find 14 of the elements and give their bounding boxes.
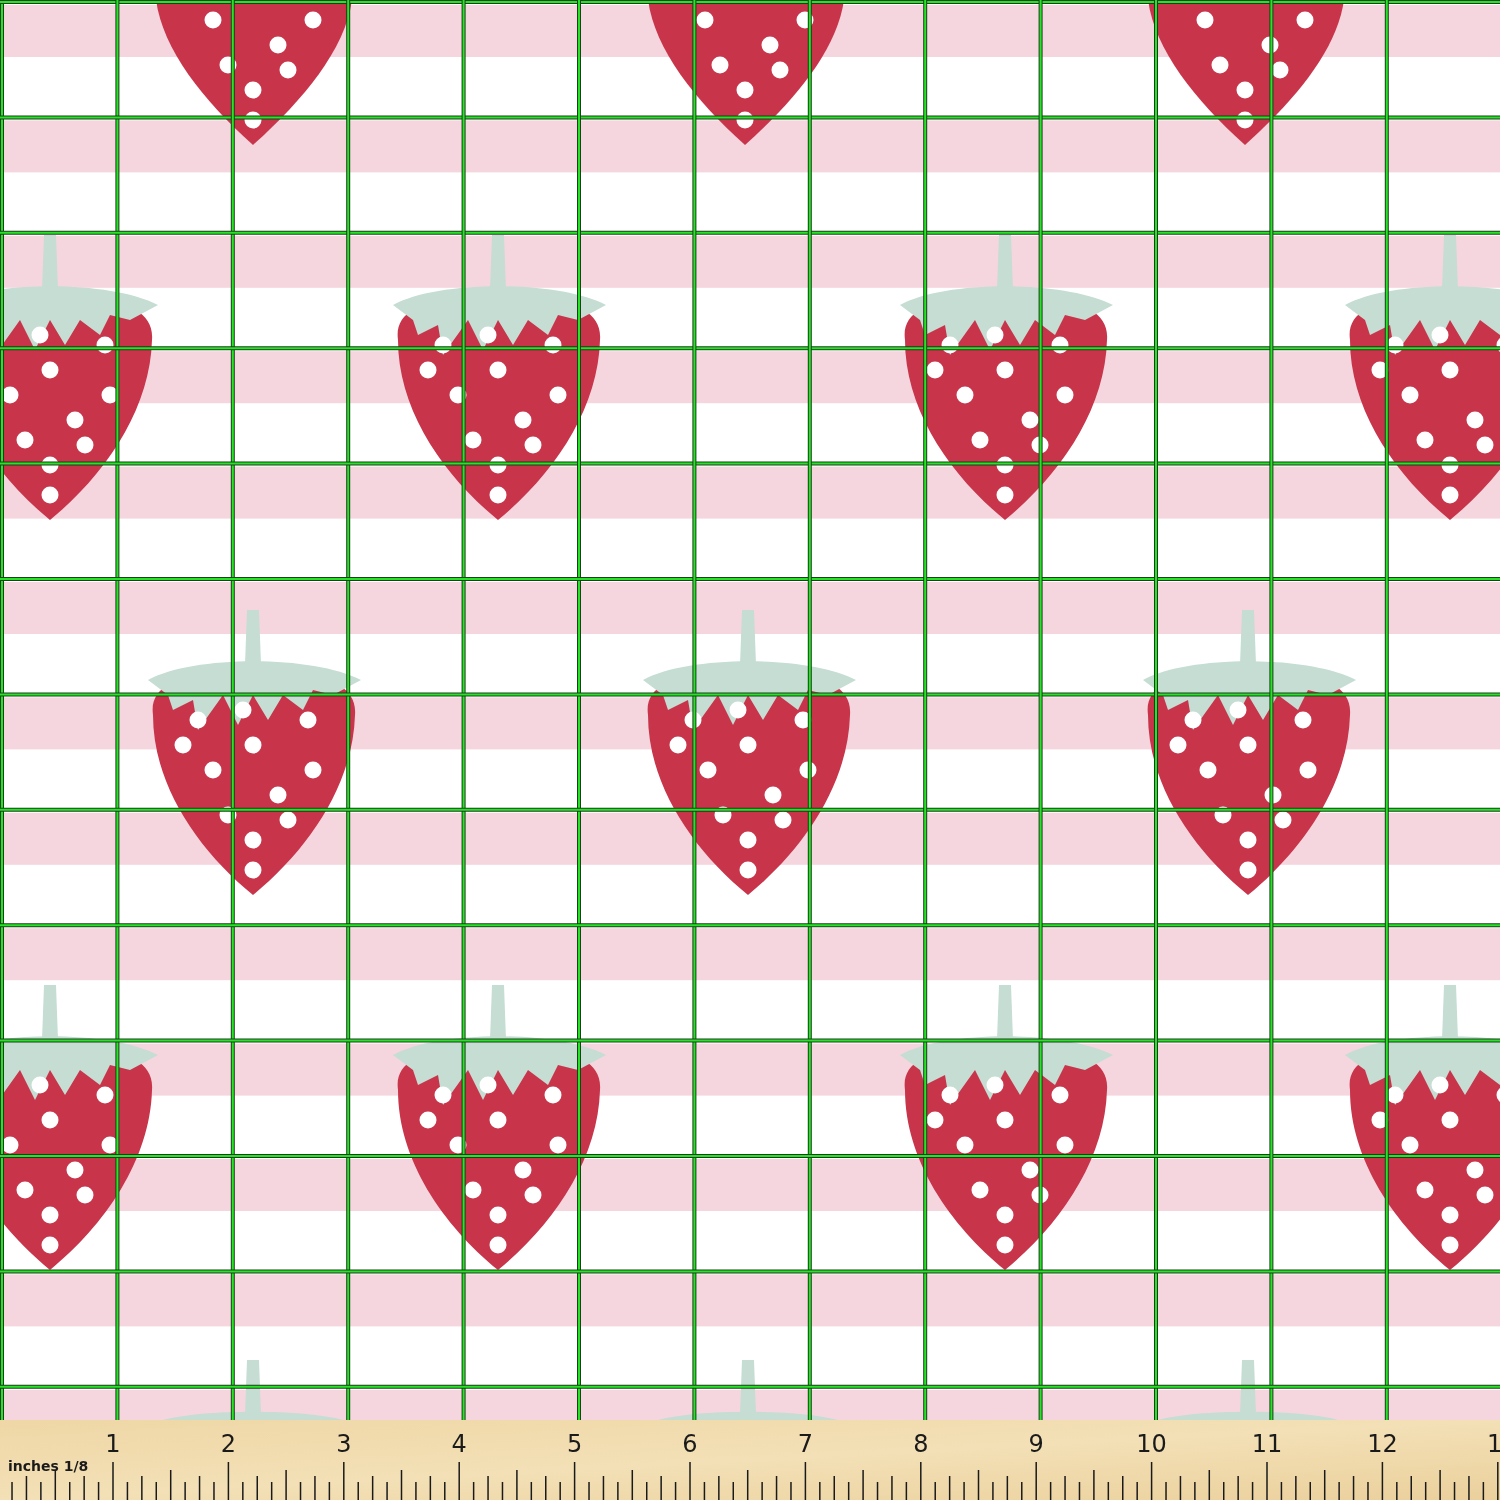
ruler-number: 11: [1251, 1430, 1283, 1458]
ruler-number: 1: [105, 1430, 121, 1458]
ruler-number: 6: [682, 1430, 698, 1458]
ruler-number: 3: [336, 1430, 352, 1458]
ruler-number: 1: [1487, 1430, 1500, 1458]
ruler-number: 8: [913, 1430, 929, 1458]
ruler-number: 9: [1028, 1430, 1044, 1458]
ruler-number: 7: [797, 1430, 814, 1458]
ruler-number: 2: [220, 1430, 237, 1458]
ruler-number: 10: [1136, 1430, 1167, 1458]
ruler-unit-label: inches 1/8: [8, 1458, 89, 1474]
ruler-number: 5: [566, 1430, 583, 1458]
ruler-number: 4: [451, 1430, 467, 1458]
ruler-number: 12: [1367, 1430, 1398, 1458]
